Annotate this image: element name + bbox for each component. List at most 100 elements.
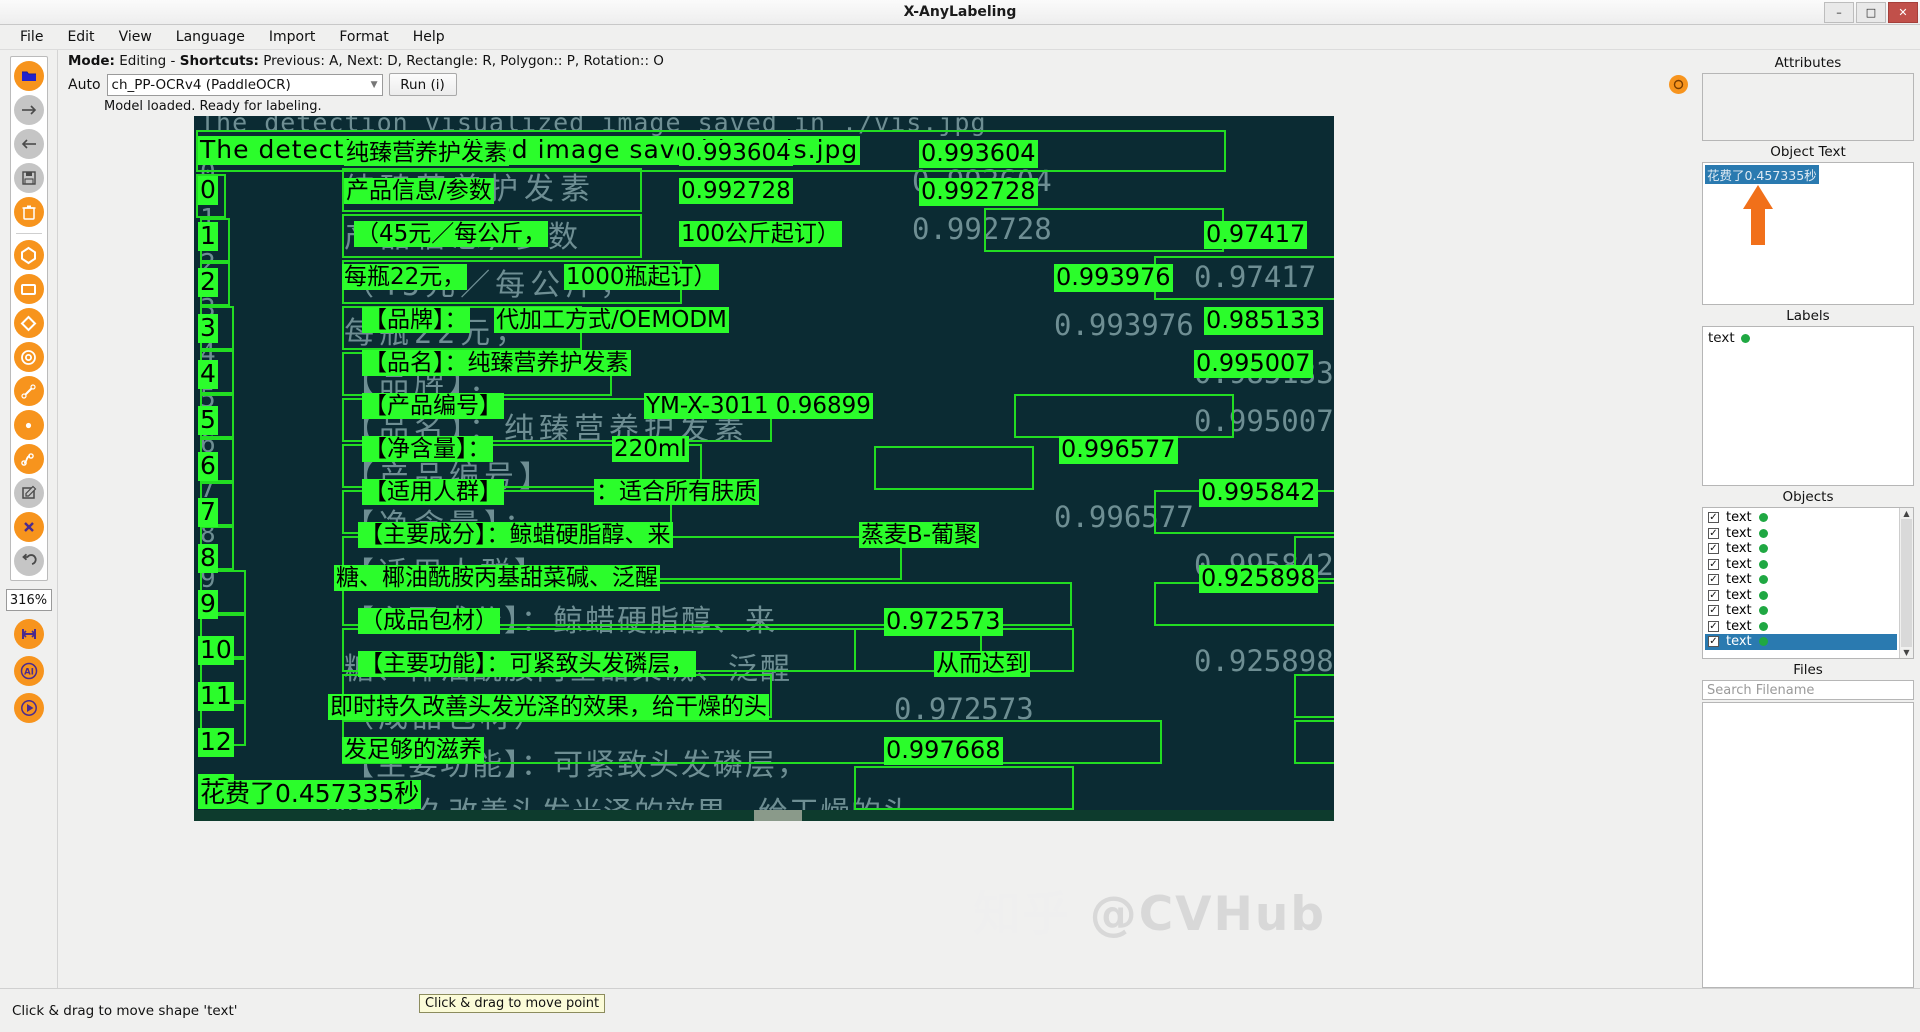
annotation-box[interactable] (1014, 394, 1234, 438)
labels-panel[interactable]: text (1702, 326, 1914, 486)
ocr-chip-conf-9[interactable]: 0.925898 (1199, 565, 1318, 593)
ocr-chip-conf-3[interactable]: 0.993976 (1054, 264, 1173, 292)
ocr-chip-index-5[interactable]: 5 (198, 406, 218, 435)
object-checkbox[interactable]: ✓ (1708, 605, 1719, 616)
annotation-box[interactable] (854, 766, 1074, 810)
fit-width-icon[interactable] (14, 619, 44, 649)
ocr-chip-index-1[interactable]: 1 (198, 222, 218, 251)
ocr-chip-text-2[interactable]: （45元／每公斤， (354, 221, 548, 247)
ocr-chip-index-6[interactable]: 6 (198, 452, 218, 481)
annotation-box[interactable] (984, 208, 1224, 252)
ocr-chip-text-13[interactable]: 即时持久改善头发光泽的效果，给干燥的头 (328, 694, 769, 720)
circle-icon[interactable] (14, 342, 44, 372)
ocr-chip-text-6[interactable]: 【产品编号】 (362, 393, 504, 419)
file-search-input[interactable]: Search Filename (1702, 680, 1914, 700)
object-row[interactable]: ✓ text (1705, 572, 1897, 588)
ocr-chip-index-8[interactable]: 8 (198, 544, 218, 573)
ocr-chip-conf-0[interactable]: 0.993604 (919, 140, 1038, 168)
object-text-value[interactable]: 花费了0.457335秒 (1705, 165, 1819, 184)
edit-polygon-icon[interactable] (14, 478, 44, 508)
ocr-chip-text-5[interactable]: 【品名】：纯臻营养护发素 (362, 350, 631, 376)
image-viewport[interactable]: The detection visualized image saved in … (58, 116, 1698, 988)
point-icon[interactable] (14, 410, 44, 440)
menu-view[interactable]: View (107, 27, 164, 47)
ocr-chip-score-3[interactable]: 1000瓶起订） (564, 264, 719, 290)
ocr-chip-index-7[interactable]: 7 (198, 498, 218, 527)
ocr-chip-conf-1[interactable]: 0.992728 (919, 178, 1038, 206)
ocr-chip-index-4[interactable]: 4 (198, 360, 218, 389)
object-checkbox[interactable]: ✓ (1708, 590, 1719, 601)
ocr-chip-score-6[interactable]: YM-X-3011 0.96899 (644, 393, 873, 419)
ocr-chip-conf-7[interactable]: 0.995842 (1199, 479, 1318, 507)
file-list[interactable] (1702, 702, 1914, 988)
ocr-chip-text-3[interactable]: 每瓶22元， (342, 264, 467, 290)
menu-format[interactable]: Format (327, 27, 400, 47)
ocr-chip-conf-6[interactable]: 0.996577 (1059, 436, 1178, 464)
annotation-box[interactable] (1154, 256, 1334, 300)
object-checkbox[interactable]: ✓ (1708, 528, 1719, 539)
ocr-chip-score-7[interactable]: 220ml (612, 436, 689, 462)
scroll-up-icon[interactable]: ▲ (1903, 509, 1909, 518)
delete-icon[interactable] (14, 197, 44, 227)
annotation-box[interactable] (1294, 674, 1334, 718)
object-row[interactable]: ✓ text (1705, 588, 1897, 604)
ocr-chip-score-8[interactable]: ：适合所有肤质 (594, 479, 759, 505)
ocr-chip-score-12[interactable]: 从而达到 (934, 651, 1030, 677)
polygon-icon[interactable] (14, 240, 44, 270)
object-row[interactable]: ✓ text (1705, 619, 1897, 635)
rectangle-icon[interactable] (14, 274, 44, 304)
annotation-box[interactable] (1294, 720, 1334, 764)
ocr-chip-text-4[interactable]: 【品牌】： (362, 307, 470, 333)
image-view[interactable]: The detection visualized image saved in … (118, 116, 1334, 988)
objects-panel[interactable]: ✓ text ✓ text ✓ text ✓ (1702, 507, 1914, 659)
menu-file[interactable]: File (8, 27, 55, 47)
objects-scrollbar[interactable]: ▲ ▼ (1899, 508, 1913, 658)
canvas-hscroll-thumb[interactable] (754, 810, 802, 821)
object-checkbox[interactable]: ✓ (1708, 512, 1719, 523)
canvas-hscrollbar[interactable] (194, 810, 1334, 821)
ocr-chip-index-10[interactable]: 10 (198, 636, 234, 665)
object-checkbox[interactable]: ✓ (1708, 574, 1719, 585)
ocr-chip-text-1[interactable]: 产品信息/参数 (344, 178, 494, 204)
annotation-box[interactable] (874, 446, 1034, 490)
ocr-chip-conf-10[interactable]: 0.972573 (884, 608, 1003, 636)
ocr-chip-index-0[interactable]: 0 (198, 176, 218, 205)
ocr-chip-index-3[interactable]: 3 (198, 314, 218, 343)
ocr-chip-score-0[interactable]: 0.993604 (679, 140, 793, 166)
ocr-chip-text-8[interactable]: 【适用人群】 (362, 479, 504, 505)
open-folder-icon[interactable] (14, 61, 44, 91)
objects-list[interactable]: ✓ text ✓ text ✓ text ✓ (1703, 508, 1899, 658)
line-icon[interactable] (14, 376, 44, 406)
object-row[interactable]: ✓ text (1705, 557, 1897, 573)
object-row-selected[interactable]: ✓ text (1705, 634, 1897, 650)
attributes-panel[interactable] (1702, 73, 1914, 141)
objects-scroll-thumb[interactable] (1901, 519, 1912, 647)
menu-edit[interactable]: Edit (55, 27, 106, 47)
ocr-chip-conf-2[interactable]: 0.97417 (1204, 221, 1307, 249)
menu-language[interactable]: Language (164, 27, 257, 47)
scroll-down-icon[interactable]: ▼ (1903, 648, 1909, 657)
menu-import[interactable]: Import (257, 27, 327, 47)
zoom-value-input[interactable]: 316% (6, 589, 52, 611)
ocr-chip-index-2[interactable]: 2 (198, 268, 218, 297)
object-text-panel[interactable]: 花费了0.457335秒 (1702, 162, 1914, 305)
ocr-chip-score-9[interactable]: 蒸麦B-葡聚 (859, 522, 979, 548)
ocr-chip-text-10[interactable]: 糖、椰油酰胺丙基甜菜碱、泛醒 (334, 565, 660, 591)
object-row[interactable]: ✓ text (1705, 603, 1897, 619)
model-select[interactable]: ch_PP-OCRv4 (PaddleOCR) ▼ (107, 74, 383, 96)
undo-icon[interactable] (14, 546, 44, 576)
save-icon[interactable] (14, 163, 44, 193)
object-checkbox[interactable]: ✓ (1708, 559, 1719, 570)
ai-model-icon[interactable]: AI (14, 656, 44, 686)
ai-brain-icon[interactable] (1669, 75, 1688, 94)
ocr-chip-score-2[interactable]: 100公斤起订） (679, 221, 842, 247)
ocr-chip-index-11[interactable]: 11 (198, 682, 234, 711)
prev-image-icon[interactable] (14, 129, 44, 159)
ocr-chip-selected-text[interactable]: 花费了0.457335秒 (198, 780, 421, 809)
maximize-button[interactable]: □ (1856, 2, 1886, 23)
run-play-icon[interactable] (14, 693, 44, 723)
rotation-icon[interactable] (14, 308, 44, 338)
object-checkbox[interactable]: ✓ (1708, 636, 1719, 647)
run-button[interactable]: Run (i) (389, 73, 457, 96)
minimize-button[interactable]: – (1824, 2, 1854, 23)
